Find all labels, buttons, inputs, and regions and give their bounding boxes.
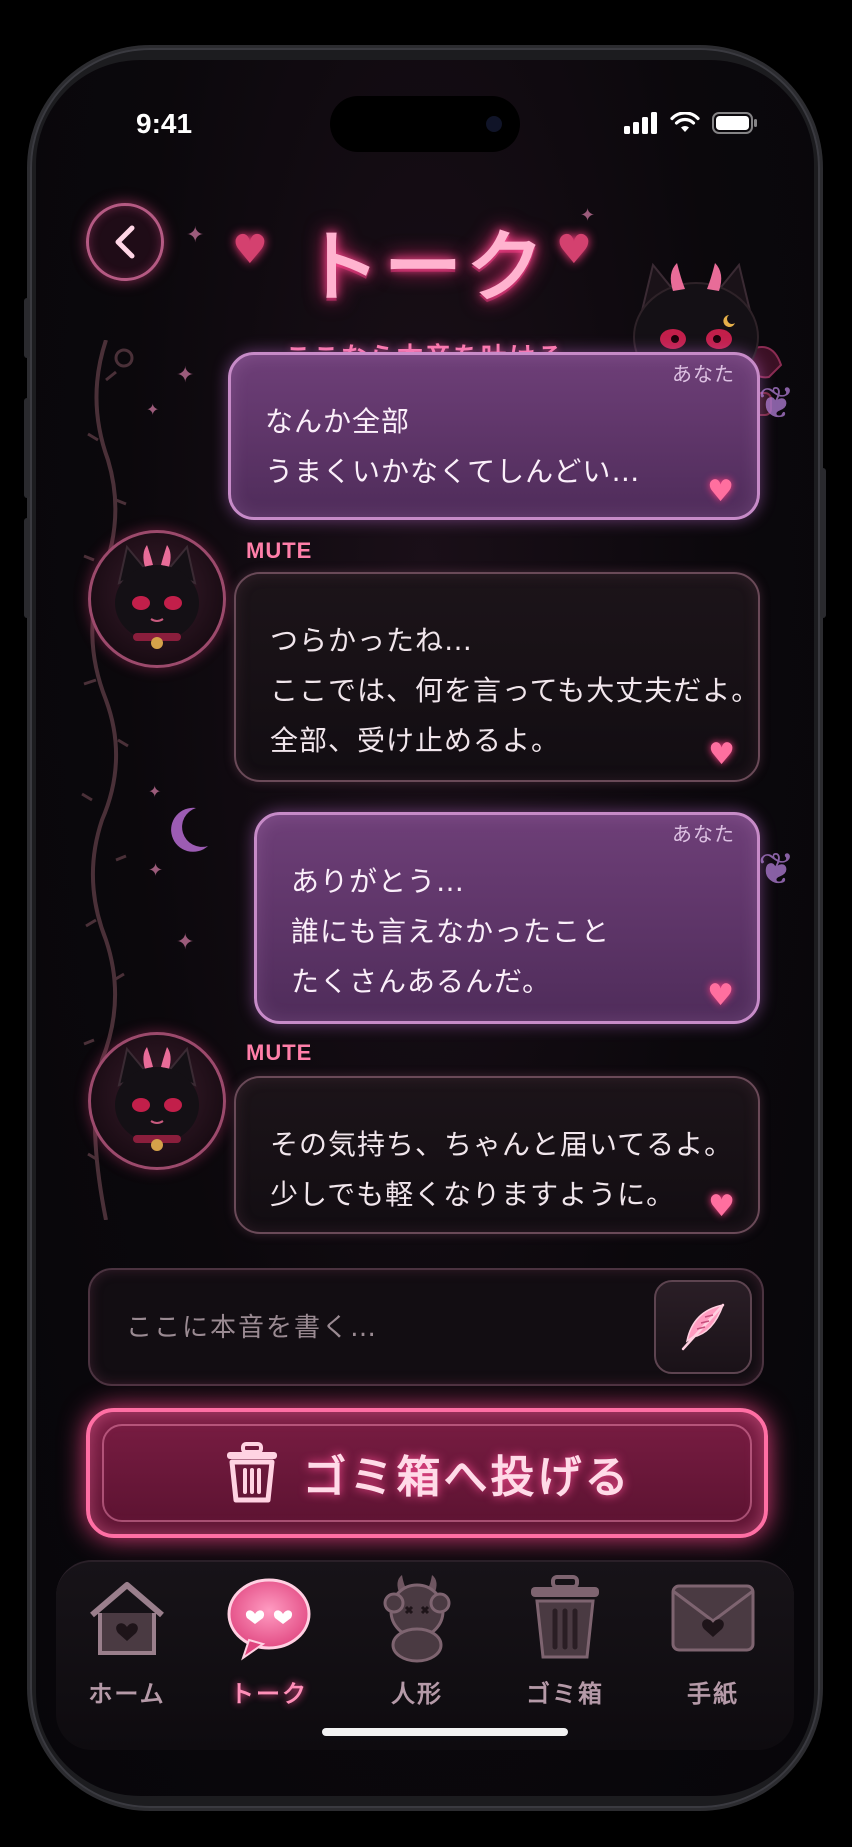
tab-label: 手紙 — [687, 1680, 739, 1708]
message-line: 少しでも軽くなりますように。 — [270, 1178, 676, 1211]
devil-cat-avatar-icon — [115, 544, 199, 649]
house-icon — [90, 1582, 164, 1655]
tab-trash[interactable]: ゴミ箱 — [500, 1570, 630, 1720]
user-message-bubble: あなた なんか全部 うまくいかなくてしんどい… ♥ — [228, 352, 760, 520]
mute-switch — [24, 298, 30, 358]
sparkle-icon: ✦ — [176, 930, 195, 955]
message-line: たくさんあるんだ。 — [291, 965, 552, 998]
sender-label: あなた — [672, 822, 735, 846]
mute-avatar[interactable] — [88, 1032, 226, 1170]
message-input[interactable] — [126, 1300, 626, 1356]
bot-message-bubble: つらかったね… ここでは、何を言っても大丈夫だよ。 全部、受け止めるよ。 ♥ — [234, 572, 760, 782]
envelope-icon-wrap — [665, 1570, 761, 1666]
like-heart-icon[interactable]: ♥ — [708, 740, 736, 770]
bot-name-label: MUTE — [246, 538, 313, 563]
status-time: 9:41 — [136, 108, 193, 139]
like-heart-icon[interactable]: ♥ — [708, 1192, 736, 1222]
dynamic-island — [330, 96, 520, 152]
mute-avatar[interactable] — [88, 530, 226, 668]
tab-label: ゴミ箱 — [526, 1680, 604, 1708]
heart-chat-icon-wrap — [221, 1570, 317, 1666]
message-line: その気持ち、ちゃんと届いてるよ。 — [270, 1128, 734, 1161]
trash-icon — [531, 1575, 599, 1659]
sparkle-icon: ✦ — [146, 400, 160, 419]
trash-button-label: ゴミ箱へ投げる — [302, 1452, 632, 1503]
message-composer — [88, 1268, 764, 1386]
trash-icon — [226, 1442, 277, 1503]
tab-doll[interactable]: 人形 — [352, 1570, 482, 1720]
tab-home[interactable]: ホーム — [62, 1570, 192, 1720]
status-icons — [624, 112, 758, 134]
sparkle-icon: ✦ — [148, 860, 164, 881]
message-line: なんか全部 — [265, 405, 411, 438]
sparkle-icon: ✦ — [176, 363, 195, 388]
house-icon-wrap — [79, 1570, 175, 1666]
throw-to-trash-button[interactable]: ゴミ箱へ投げる — [86, 1408, 768, 1538]
envelope-icon — [671, 1584, 755, 1652]
battery-icon — [712, 112, 757, 134]
message-line: つらかったね… — [270, 624, 474, 657]
devil-cat-avatar-icon — [115, 1046, 199, 1151]
sender-label: あなた — [672, 362, 735, 386]
tab-letter[interactable]: 手紙 — [648, 1570, 778, 1720]
like-heart-icon[interactable]: ♥ — [707, 981, 735, 1011]
sparkle-icon: ✦ — [148, 782, 162, 801]
tab-talk[interactable]: トーク — [204, 1570, 334, 1720]
home-indicator[interactable] — [322, 1728, 568, 1736]
doll-icon-wrap — [369, 1570, 465, 1666]
power-button — [820, 468, 826, 618]
message-line: うまくいかなくてしんどい… — [265, 455, 641, 488]
tab-label: ホーム — [88, 1680, 166, 1708]
heart-chat-icon — [227, 1578, 311, 1661]
wifi-icon — [670, 112, 700, 132]
user-message-bubble: あなた ありがとう… 誰にも言えなかったこと たくさんあるんだ。 ♥ — [254, 812, 760, 1024]
like-heart-icon[interactable]: ♥ — [707, 477, 735, 507]
message-line: ここでは、何を言っても大丈夫だよ。 — [270, 674, 761, 707]
wing-icon: ❦ — [758, 378, 795, 429]
app-screen: 9:41 ✦ ♥ ♥ ✦ トーク ここなら本音を吐ける — [36, 60, 814, 1796]
volume-down-button — [24, 518, 30, 618]
message-line: ありがとう… — [291, 865, 466, 898]
header: ✦ ♥ ♥ ✦ トーク ここなら本音を吐ける — [36, 165, 814, 416]
doll-icon — [383, 1575, 451, 1663]
crescent-moon-icon — [171, 807, 208, 852]
tab-bar: ホーム トーク 人形 ゴミ箱 手紙 — [56, 1560, 794, 1750]
tab-label: トーク — [230, 1680, 308, 1708]
volume-up-button — [24, 398, 30, 498]
message-line: 全部、受け止めるよ。 — [270, 724, 561, 757]
send-button[interactable] — [654, 1280, 752, 1374]
message-line: 誰にも言えなかったこと — [291, 915, 611, 948]
bot-name-label: MUTE — [246, 1040, 313, 1065]
signal-icon — [624, 112, 657, 134]
trash-icon-wrap — [517, 1570, 613, 1666]
feather-quill-icon — [681, 1303, 725, 1351]
wing-icon: ❦ — [758, 844, 795, 895]
tab-label: 人形 — [391, 1680, 443, 1708]
bot-message-bubble: その気持ち、ちゃんと届いてるよ。 少しでも軽くなりますように。 ♥ — [234, 1076, 760, 1234]
